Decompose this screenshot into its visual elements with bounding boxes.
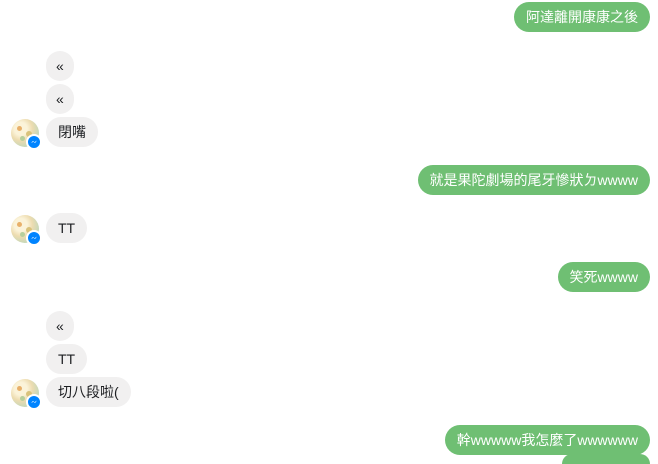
message-incoming[interactable]: 切八段啦( bbox=[46, 377, 131, 407]
message-outgoing[interactable]: 幹wwwww我怎麼了wwwwww bbox=[444, 425, 650, 455]
message-outgoing[interactable]: 就是果陀劇場的尾牙慘狀ㄉwwww bbox=[417, 165, 650, 195]
chat-thread: 阿達離開康康之後 « « 閉嘴 就是果陀劇場的尾牙慘狀ㄉwwww TT 笑死ww… bbox=[0, 0, 658, 464]
avatar-image bbox=[20, 136, 25, 141]
message-incoming[interactable]: TT bbox=[46, 213, 88, 243]
messenger-badge-icon bbox=[26, 394, 42, 410]
message-outgoing[interactable]: 笑死wwww bbox=[557, 262, 650, 292]
message-outgoing-partial[interactable] bbox=[562, 454, 650, 464]
contact-avatar[interactable] bbox=[11, 379, 42, 410]
avatar-image bbox=[17, 222, 22, 227]
message-incoming[interactable]: 閉嘴 bbox=[46, 117, 98, 147]
contact-avatar[interactable] bbox=[11, 215, 42, 246]
avatar-image bbox=[17, 386, 22, 391]
message-incoming[interactable]: « bbox=[46, 84, 74, 114]
message-outgoing[interactable]: 阿達離開康康之後 bbox=[514, 2, 650, 32]
messenger-badge-icon bbox=[26, 230, 42, 246]
avatar-image bbox=[17, 126, 22, 131]
message-incoming[interactable]: TT bbox=[46, 344, 88, 374]
messenger-badge-icon bbox=[26, 134, 42, 150]
avatar-image bbox=[20, 232, 25, 237]
message-incoming[interactable]: « bbox=[46, 51, 74, 81]
message-incoming[interactable]: « bbox=[46, 311, 74, 341]
contact-avatar[interactable] bbox=[11, 119, 42, 150]
avatar-image bbox=[20, 396, 25, 401]
